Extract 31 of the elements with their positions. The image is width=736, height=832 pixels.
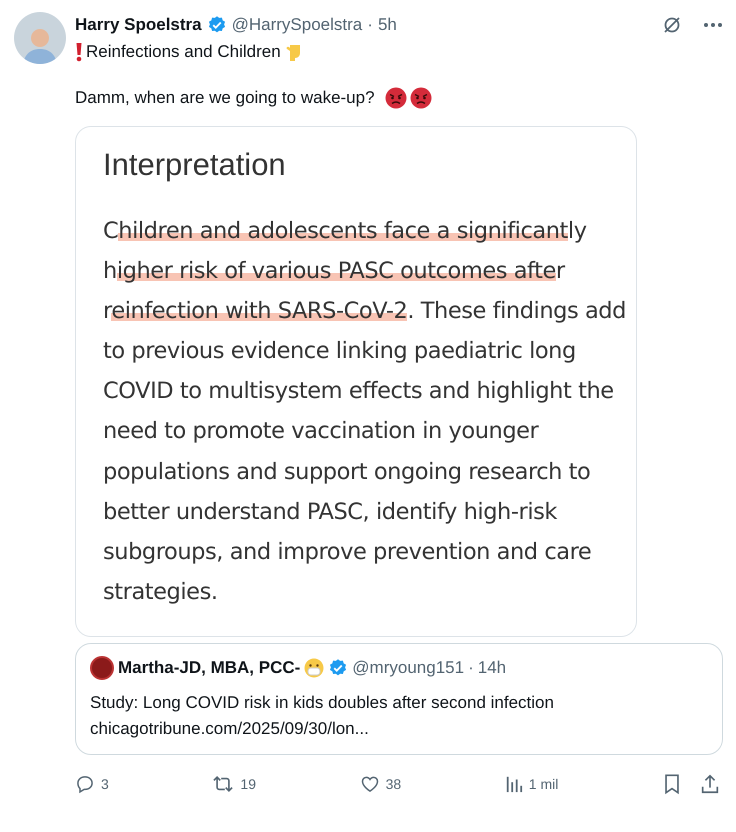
author-name[interactable]: Harry Spoelstra: [75, 15, 202, 35]
exclamation-icon: [75, 42, 83, 62]
post-time[interactable]: 5h: [378, 15, 397, 35]
share-icon[interactable]: [700, 772, 720, 795]
angry-face-icon: [410, 87, 432, 109]
repost-count: 19: [240, 776, 256, 792]
quote-link[interactable]: chicagotribune.com/2025/09/30/lon...: [90, 716, 708, 742]
document-heading: Interpretation: [103, 147, 287, 183]
quoted-post[interactable]: Martha-JD, MBA, PCC- @mryoung151 · 14h Study: Long COVID risk in kids doubles after second infection chicagotribune.com/2025/09/30/lon...: [75, 642, 723, 755]
separator-dot: ·: [468, 658, 474, 678]
views-count: 1 mil: [528, 776, 558, 792]
post-text: Damm, when are we going to wake-up?: [75, 88, 375, 108]
document-image[interactable]: [75, 126, 637, 637]
quote-handle: @mryoung151: [352, 658, 464, 678]
reply-icon[interactable]: [75, 774, 95, 794]
separator-dot: ·: [367, 15, 373, 35]
pointing-hand-icon: [284, 42, 302, 62]
angry-face-icon: [384, 87, 407, 109]
quote-avatar: [90, 656, 114, 680]
mask-face-icon: [304, 658, 324, 678]
quote-text: Study: Long COVID risk in kids doubles after second infection: [90, 692, 555, 714]
post-text: Reinfections and Children: [86, 42, 281, 62]
repost-icon[interactable]: [212, 774, 234, 794]
quote-time: 14h: [478, 658, 506, 678]
document-paragraph: Children and adolescents face a significantly higher risk of various PASC outcomes after reinfection with SARS-CoV-2. These findings add to previous evidence linking paediatric long COVID to multisystem effects and highlight the need to promote vaccination in younger populations and support ongoing research to better understand PASC, identify high-risk subgroups, and improve prevention and care strategies.: [103, 217, 627, 607]
more-icon[interactable]: [704, 23, 722, 27]
reply-count: 3: [101, 776, 109, 792]
heart-icon[interactable]: [360, 774, 380, 794]
like-count: 38: [386, 776, 402, 792]
quote-author-name: Martha-JD, MBA, PCC-: [118, 658, 300, 678]
author-handle[interactable]: @HarrySpoelstra: [232, 15, 362, 35]
